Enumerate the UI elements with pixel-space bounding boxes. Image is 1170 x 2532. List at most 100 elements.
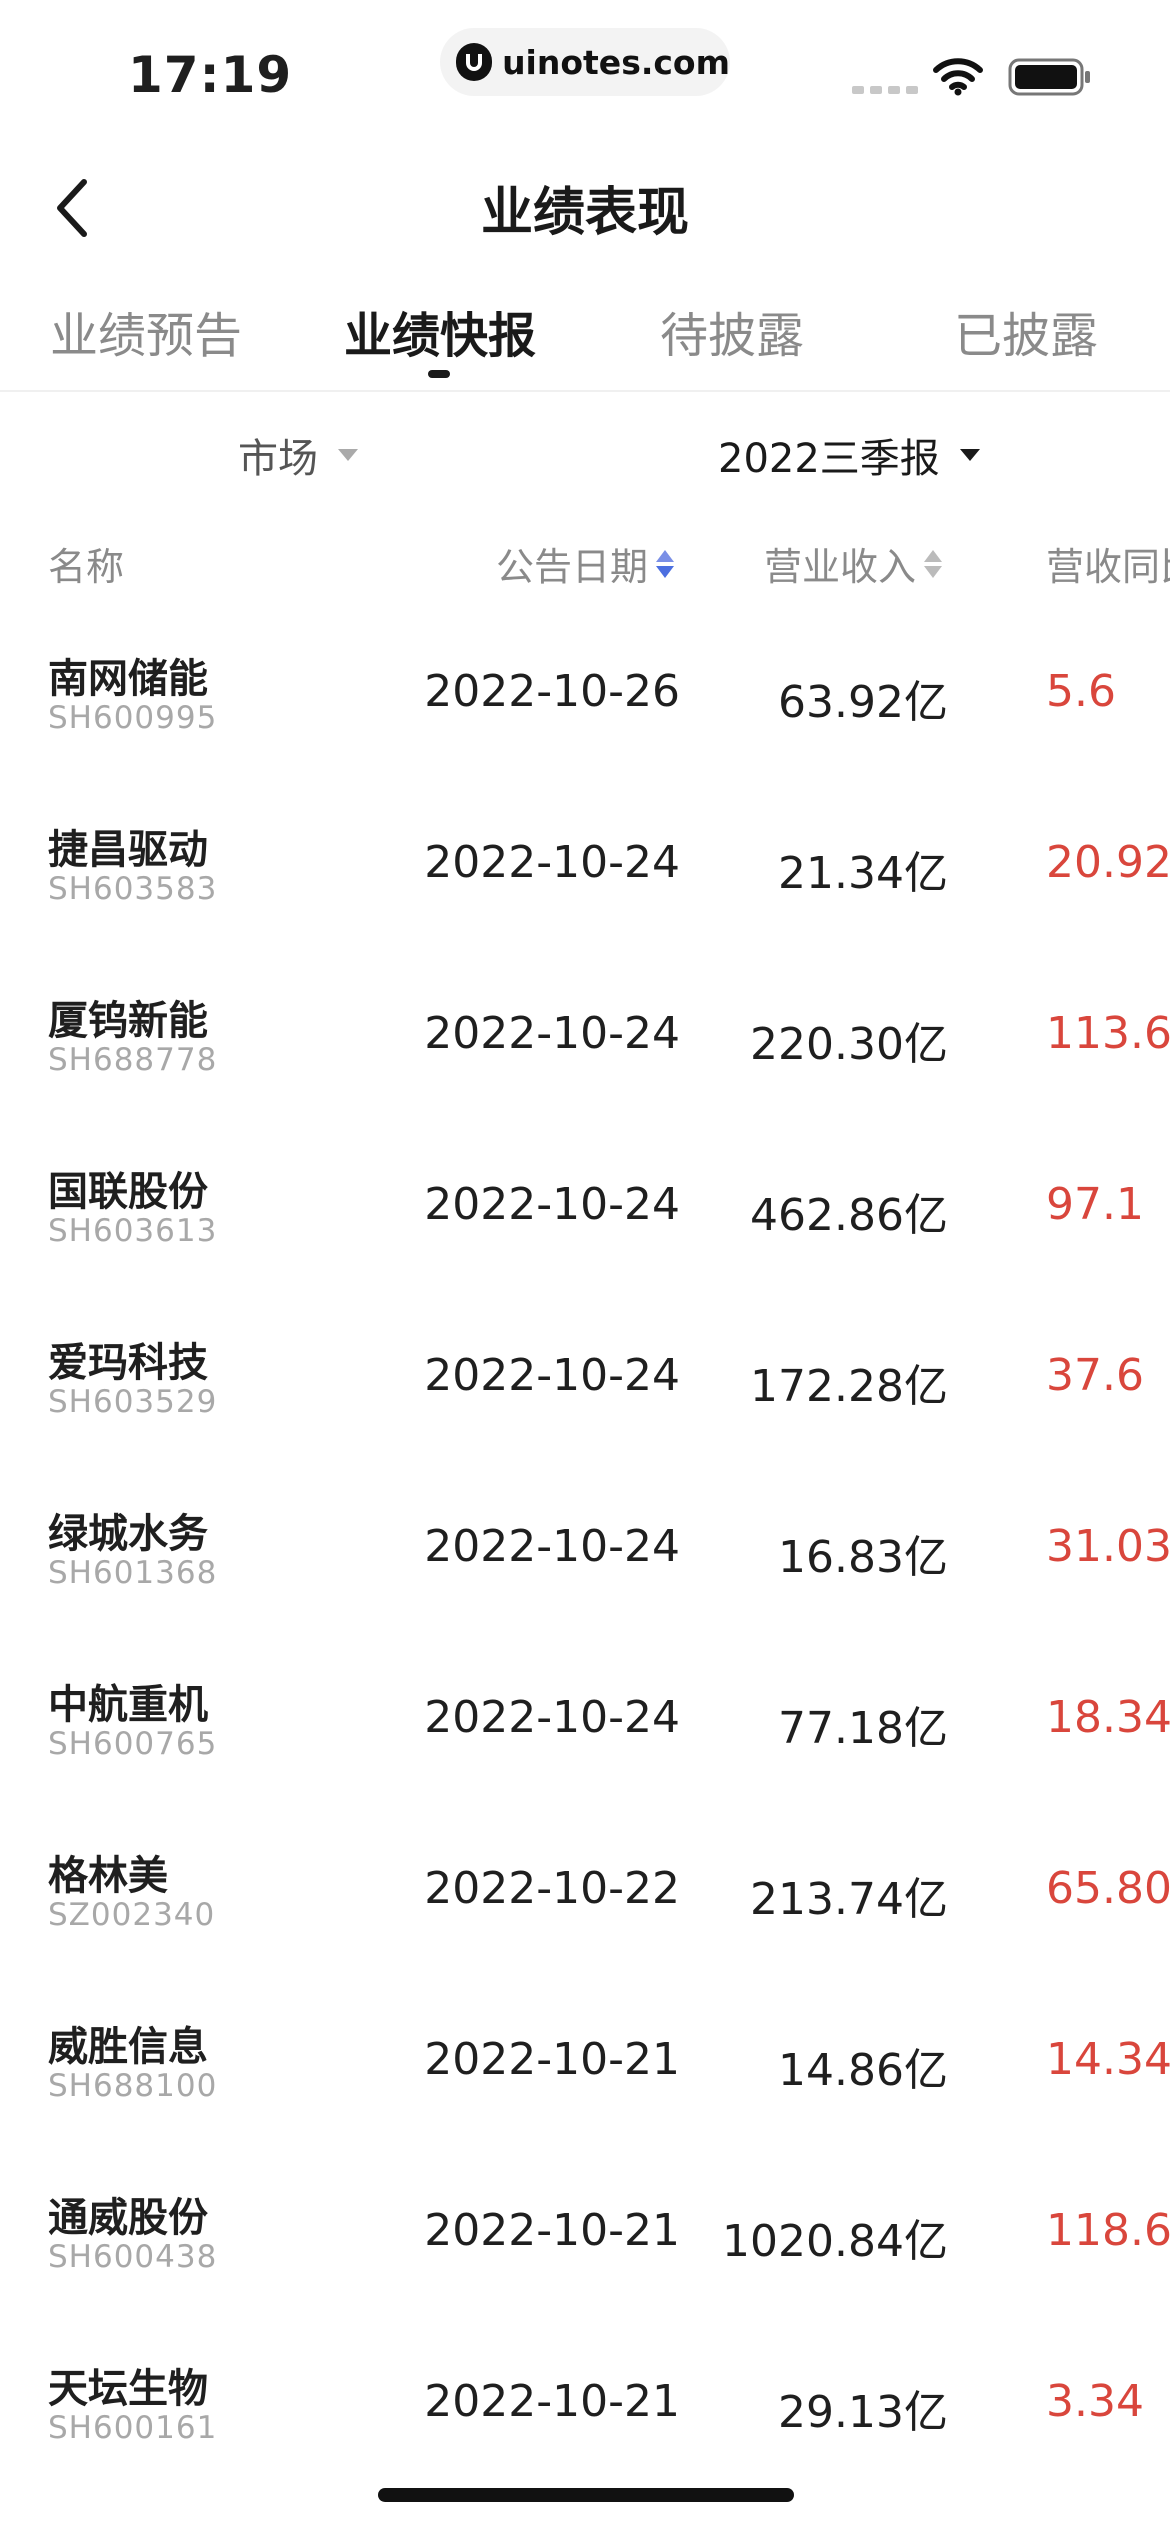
column-header-yoy[interactable]: 营收同比 bbox=[1046, 536, 1170, 591]
table-row[interactable]: 爱玛科技 SH603529 2022-10-24 172.28亿 37.6 bbox=[0, 1304, 1170, 1475]
stock-name: 爱玛科技 bbox=[48, 1340, 208, 1386]
column-header-date[interactable]: 公告日期 bbox=[496, 536, 675, 591]
announcement-date: 2022-10-24 bbox=[424, 1008, 680, 1059]
column-header-name: 名称 bbox=[48, 536, 124, 591]
stock-name: 天坛生物 bbox=[48, 2366, 208, 2412]
market-filter-label: 市场 bbox=[238, 436, 318, 482]
revenue-value: 220.30亿 bbox=[750, 1019, 948, 1070]
caret-down-icon bbox=[959, 449, 980, 461]
results-list: 南网储能 SH600995 2022-10-26 63.92亿 5.6 捷昌驱动… bbox=[0, 620, 1170, 2501]
stock-name: 中航重机 bbox=[48, 1682, 208, 1728]
table-row[interactable]: 天坛生物 SH600161 2022-10-21 29.13亿 3.34 bbox=[0, 2330, 1170, 2501]
site-logo-icon bbox=[456, 43, 493, 81]
stock-code: SH601368 bbox=[48, 1555, 218, 1591]
table-row[interactable]: 捷昌驱动 SH603583 2022-10-24 21.34亿 20.92 bbox=[0, 791, 1170, 962]
table-row[interactable]: 中航重机 SH600765 2022-10-24 77.18亿 18.34 bbox=[0, 1646, 1170, 1817]
cellular-signal-icon bbox=[852, 86, 918, 94]
revenue-yoy-value: 3.34 bbox=[1046, 2376, 1144, 2427]
stock-name: 厦钨新能 bbox=[48, 998, 208, 1044]
table-row[interactable]: 绿城水务 SH601368 2022-10-24 16.83亿 31.03 bbox=[0, 1475, 1170, 1646]
revenue-value: 172.28亿 bbox=[750, 1361, 948, 1412]
revenue-yoy-value: 65.80 bbox=[1046, 1863, 1170, 1914]
table-row[interactable]: 通威股份 SH600438 2022-10-21 1020.84亿 118.60 bbox=[0, 2159, 1170, 2330]
divider bbox=[0, 390, 1170, 392]
stock-code: SH603529 bbox=[48, 1384, 218, 1420]
url-pill[interactable]: uinotes.com bbox=[440, 28, 730, 96]
announcement-date: 2022-10-22 bbox=[424, 1863, 680, 1914]
revenue-value: 21.34亿 bbox=[778, 848, 948, 899]
active-tab-indicator bbox=[428, 370, 450, 378]
sort-icon bbox=[656, 549, 675, 578]
stock-code: SH688100 bbox=[48, 2068, 218, 2104]
revenue-value: 14.86亿 bbox=[778, 2045, 948, 2096]
home-indicator bbox=[378, 2488, 794, 2502]
announcement-date: 2022-10-24 bbox=[424, 1521, 680, 1572]
table-row[interactable]: 厦钨新能 SH688778 2022-10-24 220.30亿 113.62 bbox=[0, 962, 1170, 1133]
announcement-date: 2022-10-24 bbox=[424, 1350, 680, 1401]
revenue-value: 213.74亿 bbox=[750, 1874, 948, 1925]
stock-name: 格林美 bbox=[48, 1853, 168, 1899]
revenue-value: 462.86亿 bbox=[750, 1190, 948, 1241]
column-header-revenue-label: 营业收入 bbox=[764, 545, 917, 589]
revenue-value: 1020.84亿 bbox=[722, 2216, 948, 2267]
revenue-yoy-value: 118.60 bbox=[1046, 2205, 1170, 2256]
stock-code: SH600161 bbox=[48, 2410, 218, 2446]
status-bar: 17:19 uinotes.com bbox=[0, 0, 1170, 140]
revenue-yoy-value: 113.62 bbox=[1046, 1008, 1170, 1059]
sort-icon bbox=[924, 549, 943, 578]
nav-bar: 业绩表现 bbox=[0, 140, 1170, 270]
announcement-date: 2022-10-21 bbox=[424, 2205, 680, 2256]
column-header-name-label: 名称 bbox=[48, 545, 125, 589]
stock-code: SH603583 bbox=[48, 871, 218, 907]
market-filter-dropdown[interactable]: 市场 bbox=[238, 426, 358, 484]
status-time: 17:19 bbox=[128, 46, 293, 104]
stock-name: 捷昌驱动 bbox=[48, 827, 208, 873]
revenue-yoy-value: 14.34 bbox=[1046, 2034, 1170, 2085]
table-row[interactable]: 南网储能 SH600995 2022-10-26 63.92亿 5.6 bbox=[0, 620, 1170, 791]
revenue-value: 29.13亿 bbox=[778, 2387, 948, 2438]
revenue-yoy-value: 31.03 bbox=[1046, 1521, 1170, 1572]
announcement-date: 2022-10-21 bbox=[424, 2034, 680, 2085]
revenue-value: 77.18亿 bbox=[778, 1703, 948, 1754]
revenue-yoy-value: 97.1 bbox=[1046, 1179, 1144, 1230]
stock-name: 绿城水务 bbox=[48, 1511, 208, 1557]
column-header-date-label: 公告日期 bbox=[496, 545, 649, 589]
stock-code: SH688778 bbox=[48, 1042, 218, 1078]
tab-disclosed[interactable]: 已披露 bbox=[954, 296, 1098, 366]
stock-name: 通威股份 bbox=[48, 2195, 208, 2241]
revenue-yoy-value: 20.92 bbox=[1046, 837, 1170, 888]
caret-down-icon bbox=[338, 449, 358, 461]
report-period-dropdown[interactable]: 2022三季报 bbox=[718, 426, 980, 484]
table-row[interactable]: 国联股份 SH603613 2022-10-24 462.86亿 97.1 bbox=[0, 1133, 1170, 1304]
report-period-label: 2022三季报 bbox=[718, 436, 940, 482]
revenue-yoy-value: 5.6 bbox=[1046, 666, 1116, 717]
revenue-yoy-value: 18.34 bbox=[1046, 1692, 1170, 1743]
revenue-value: 16.83亿 bbox=[778, 1532, 948, 1583]
stock-code: SZ002340 bbox=[48, 1897, 216, 1933]
tab-forecast[interactable]: 业绩预告 bbox=[50, 296, 242, 366]
announcement-date: 2022-10-21 bbox=[424, 2376, 680, 2427]
announcement-date: 2022-10-26 bbox=[424, 666, 680, 717]
announcement-date: 2022-10-24 bbox=[424, 1179, 680, 1230]
stock-name: 南网储能 bbox=[48, 656, 208, 702]
tab-bar: 业绩预告 业绩快报 待披露 已披露 bbox=[0, 290, 1170, 390]
column-header-revenue[interactable]: 营业收入 bbox=[764, 536, 943, 591]
stock-name: 国联股份 bbox=[48, 1169, 208, 1215]
table-row[interactable]: 格林美 SZ002340 2022-10-22 213.74亿 65.80 bbox=[0, 1817, 1170, 1988]
revenue-yoy-value: 37.6 bbox=[1046, 1350, 1144, 1401]
stock-code: SH600995 bbox=[48, 700, 218, 736]
announcement-date: 2022-10-24 bbox=[424, 1692, 680, 1743]
tab-pending-disclosure[interactable]: 待披露 bbox=[660, 296, 804, 366]
announcement-date: 2022-10-24 bbox=[424, 837, 680, 888]
column-header-yoy-label: 营收同比 bbox=[1046, 545, 1170, 589]
stock-code: SH600438 bbox=[48, 2239, 218, 2275]
wifi-icon bbox=[933, 58, 983, 96]
url-text: uinotes.com bbox=[502, 42, 730, 82]
battery-icon bbox=[1008, 58, 1090, 96]
stock-code: SH603613 bbox=[48, 1213, 218, 1249]
page-title: 业绩表现 bbox=[480, 183, 689, 243]
stock-code: SH600765 bbox=[48, 1726, 218, 1762]
tab-express-report[interactable]: 业绩快报 bbox=[344, 296, 536, 366]
table-row[interactable]: 威胜信息 SH688100 2022-10-21 14.86亿 14.34 bbox=[0, 1988, 1170, 2159]
stock-name: 威胜信息 bbox=[48, 2024, 208, 2070]
